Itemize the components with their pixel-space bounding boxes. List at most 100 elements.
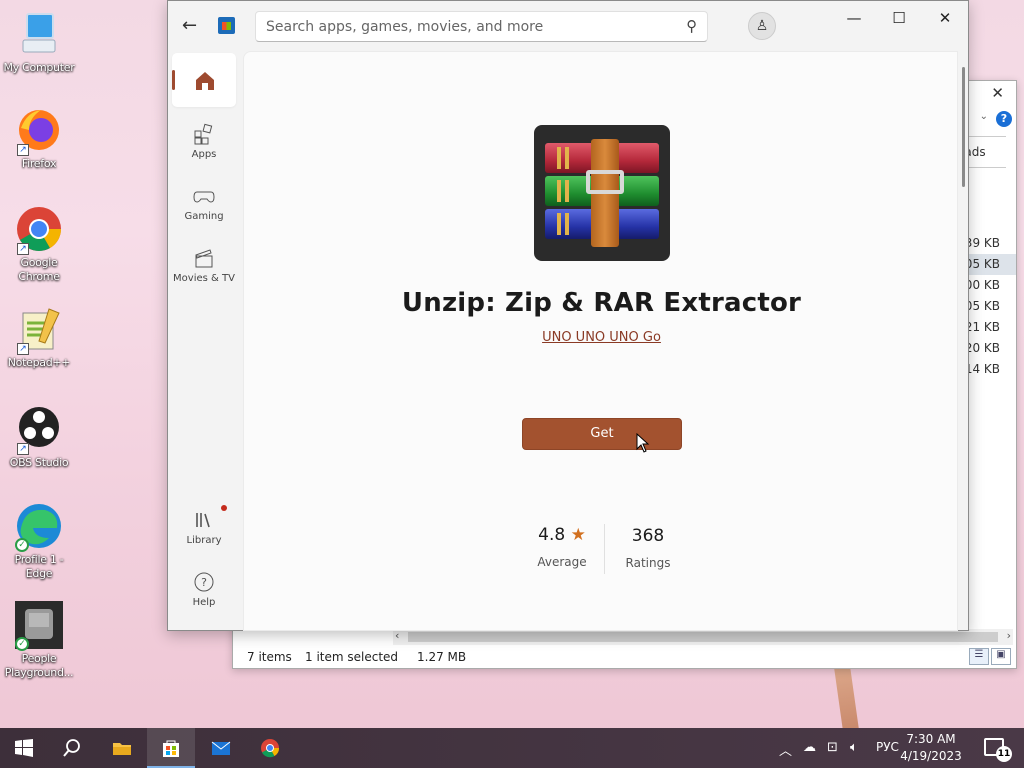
taskbar-microsoft-store[interactable]	[147, 728, 195, 768]
apps-icon	[172, 123, 236, 149]
clock-date: 4/19/2023	[900, 749, 962, 763]
large-icons-view-icon[interactable]: ▣	[991, 648, 1011, 665]
svg-text:?: ?	[201, 576, 207, 589]
clock[interactable]: 7:30 AM 4/19/2023	[896, 731, 966, 765]
desktop-icon-profile-edge[interactable]: ✓ Profile 1 - Edge	[0, 502, 78, 581]
chrome-icon: ↗	[15, 205, 63, 255]
nav-item-help[interactable]: ? Help	[172, 571, 236, 608]
store-icon	[163, 740, 179, 757]
desktop-icon-label: Notepad++	[7, 356, 71, 369]
sync-check-icon: ✓	[15, 538, 29, 552]
star-icon: ★	[570, 525, 586, 545]
scroll-right-icon[interactable]: ›	[1007, 629, 1011, 642]
rating-label: Average	[537, 555, 587, 569]
title-bar: ← ⚲ ♙ — ☐ ✕	[168, 1, 968, 51]
details-view-icon[interactable]: ☰	[969, 648, 989, 665]
account-avatar-icon[interactable]: ♙	[748, 12, 776, 40]
volume-icon[interactable]: 🔈︎	[850, 740, 858, 755]
gamepad-icon	[172, 185, 236, 211]
wallpaper-decoration	[833, 659, 859, 731]
side-navigation: Apps Gaming Movies & TV Library ? Help	[168, 51, 242, 631]
back-arrow-icon[interactable]: ←	[182, 15, 197, 36]
desktop-icon-google-chrome[interactable]: ↗ Google Chrome	[0, 205, 78, 284]
maximize-button[interactable]: ☐	[884, 9, 914, 29]
close-button[interactable]: ✕	[930, 9, 960, 29]
taskbar-mail[interactable]	[197, 728, 245, 768]
nav-item-apps[interactable]: Apps	[172, 123, 236, 160]
clock-time: 7:30 AM	[906, 732, 956, 746]
chevron-down-icon[interactable]: ⌄	[980, 111, 988, 122]
scrollbar-thumb[interactable]	[408, 632, 998, 642]
winrar-books-icon	[534, 125, 670, 261]
get-button[interactable]: Get	[522, 418, 682, 450]
onedrive-cloud-icon[interactable]: ☁	[803, 740, 816, 755]
shortcut-arrow-icon: ↗	[17, 443, 29, 455]
desktop-icon-label: Firefox	[21, 157, 57, 170]
people-playground-icon: ✓	[15, 601, 63, 651]
search-box[interactable]: ⚲	[255, 11, 708, 42]
app-title: Unzip: Zip & RAR Extractor	[401, 288, 802, 318]
shortcut-arrow-icon: ↗	[17, 343, 29, 355]
search-icon[interactable]: ⚲	[686, 17, 697, 35]
active-indicator	[172, 70, 175, 90]
desktop-icon-people-playground[interactable]: ✓ People Playground...	[0, 601, 78, 680]
desktop-icon-label: People Playground...	[4, 652, 74, 679]
folder-icon	[113, 743, 131, 755]
nav-item-home[interactable]	[172, 53, 236, 107]
notification-center-icon[interactable]: 11	[984, 738, 1012, 762]
close-icon[interactable]: ✕	[991, 84, 1004, 102]
library-icon	[172, 505, 236, 535]
nav-item-movies-tv[interactable]: Movies & TV	[172, 247, 236, 284]
desktop-icon-firefox[interactable]: ↗ Firefox	[0, 106, 78, 171]
desktop-icon-my-computer[interactable]: My Computer	[0, 10, 78, 75]
chrome-icon	[261, 739, 280, 758]
search-input[interactable]	[256, 12, 656, 41]
search-icon	[63, 739, 80, 757]
nav-item-library[interactable]: Library	[172, 505, 236, 546]
nav-label: Movies & TV	[173, 273, 235, 284]
home-icon	[196, 72, 214, 90]
help-icon[interactable]: ?	[996, 111, 1012, 127]
taskbar-google-chrome[interactable]	[246, 728, 294, 768]
taskbar-search-button[interactable]	[48, 728, 96, 768]
firefox-icon: ↗	[15, 106, 63, 156]
shortcut-arrow-icon: ↗	[17, 243, 29, 255]
desktop-icon-label: Google Chrome	[18, 256, 60, 283]
nav-item-gaming[interactable]: Gaming	[172, 185, 236, 222]
help-icon: ?	[172, 571, 236, 597]
desktop-icon-label: Profile 1 - Edge	[14, 553, 64, 580]
sync-check-icon: ✓	[15, 637, 29, 651]
app-detail-page: Unzip: Zip & RAR Extractor UNO UNO UNO G…	[243, 51, 965, 631]
taskbar: ︿ ☁ ⊡ 🔈︎ РУС 7:30 AM 4/19/2023 11	[0, 728, 1024, 768]
taskbar-file-explorer[interactable]	[98, 728, 146, 768]
mail-icon	[211, 741, 231, 755]
desktop-icon-notepad-plus-plus[interactable]: ↗ Notepad++	[0, 305, 78, 370]
minimize-button[interactable]: —	[839, 9, 869, 29]
notification-dot	[221, 505, 227, 511]
shortcut-arrow-icon: ↗	[17, 144, 29, 156]
item-count: 7 items	[247, 650, 292, 664]
show-hidden-icons-chevron-icon[interactable]: ︿	[779, 740, 792, 759]
buckle	[586, 170, 624, 194]
divider	[604, 524, 605, 574]
start-button[interactable]	[0, 728, 48, 768]
average-rating: 4.8 ★ Average	[522, 525, 602, 569]
nav-label: Apps	[191, 149, 217, 160]
windows-logo-icon	[15, 739, 33, 757]
selection-size: 1.27 MB	[417, 650, 467, 664]
developer-link[interactable]: UNO UNO UNO Go	[542, 330, 661, 345]
nav-label: Gaming	[184, 211, 224, 222]
network-icon[interactable]: ⊡	[827, 740, 838, 755]
notepad-plus-plus-icon: ↗	[15, 305, 63, 355]
horizontal-scrollbar[interactable]: ‹ ›	[393, 629, 1013, 645]
ratings-count: 368 Ratings	[612, 526, 684, 570]
desktop-icon-obs-studio[interactable]: ↗ OBS Studio	[0, 405, 78, 470]
nav-label: Help	[192, 597, 216, 608]
desktop-icon-label: OBS Studio	[9, 456, 69, 469]
clapperboard-icon	[172, 247, 236, 273]
computer-icon	[15, 10, 63, 58]
ratings-count-label: Ratings	[625, 556, 671, 570]
vertical-scrollbar[interactable]	[962, 67, 965, 187]
rating-value: 4.8	[538, 525, 566, 545]
microsoft-store-window[interactable]: ← ⚲ ♙ — ☐ ✕ Apps Gaming	[167, 0, 969, 631]
